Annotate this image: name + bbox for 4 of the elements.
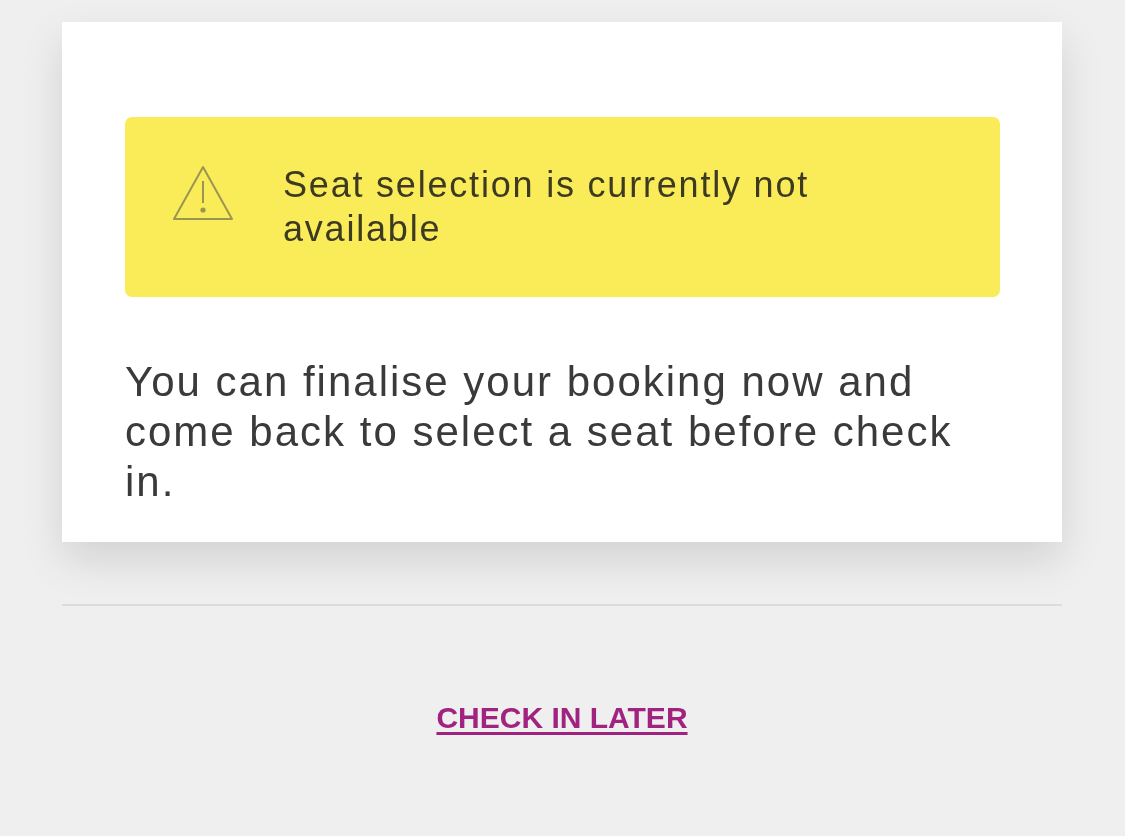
warning-icon (172, 165, 234, 221)
check-in-later-link[interactable]: CHECK IN LATER (436, 700, 688, 736)
info-text: You can finalise your booking now and come back to select a seat before check in. (125, 357, 954, 507)
warning-message: Seat selection is currently not available (283, 163, 811, 251)
